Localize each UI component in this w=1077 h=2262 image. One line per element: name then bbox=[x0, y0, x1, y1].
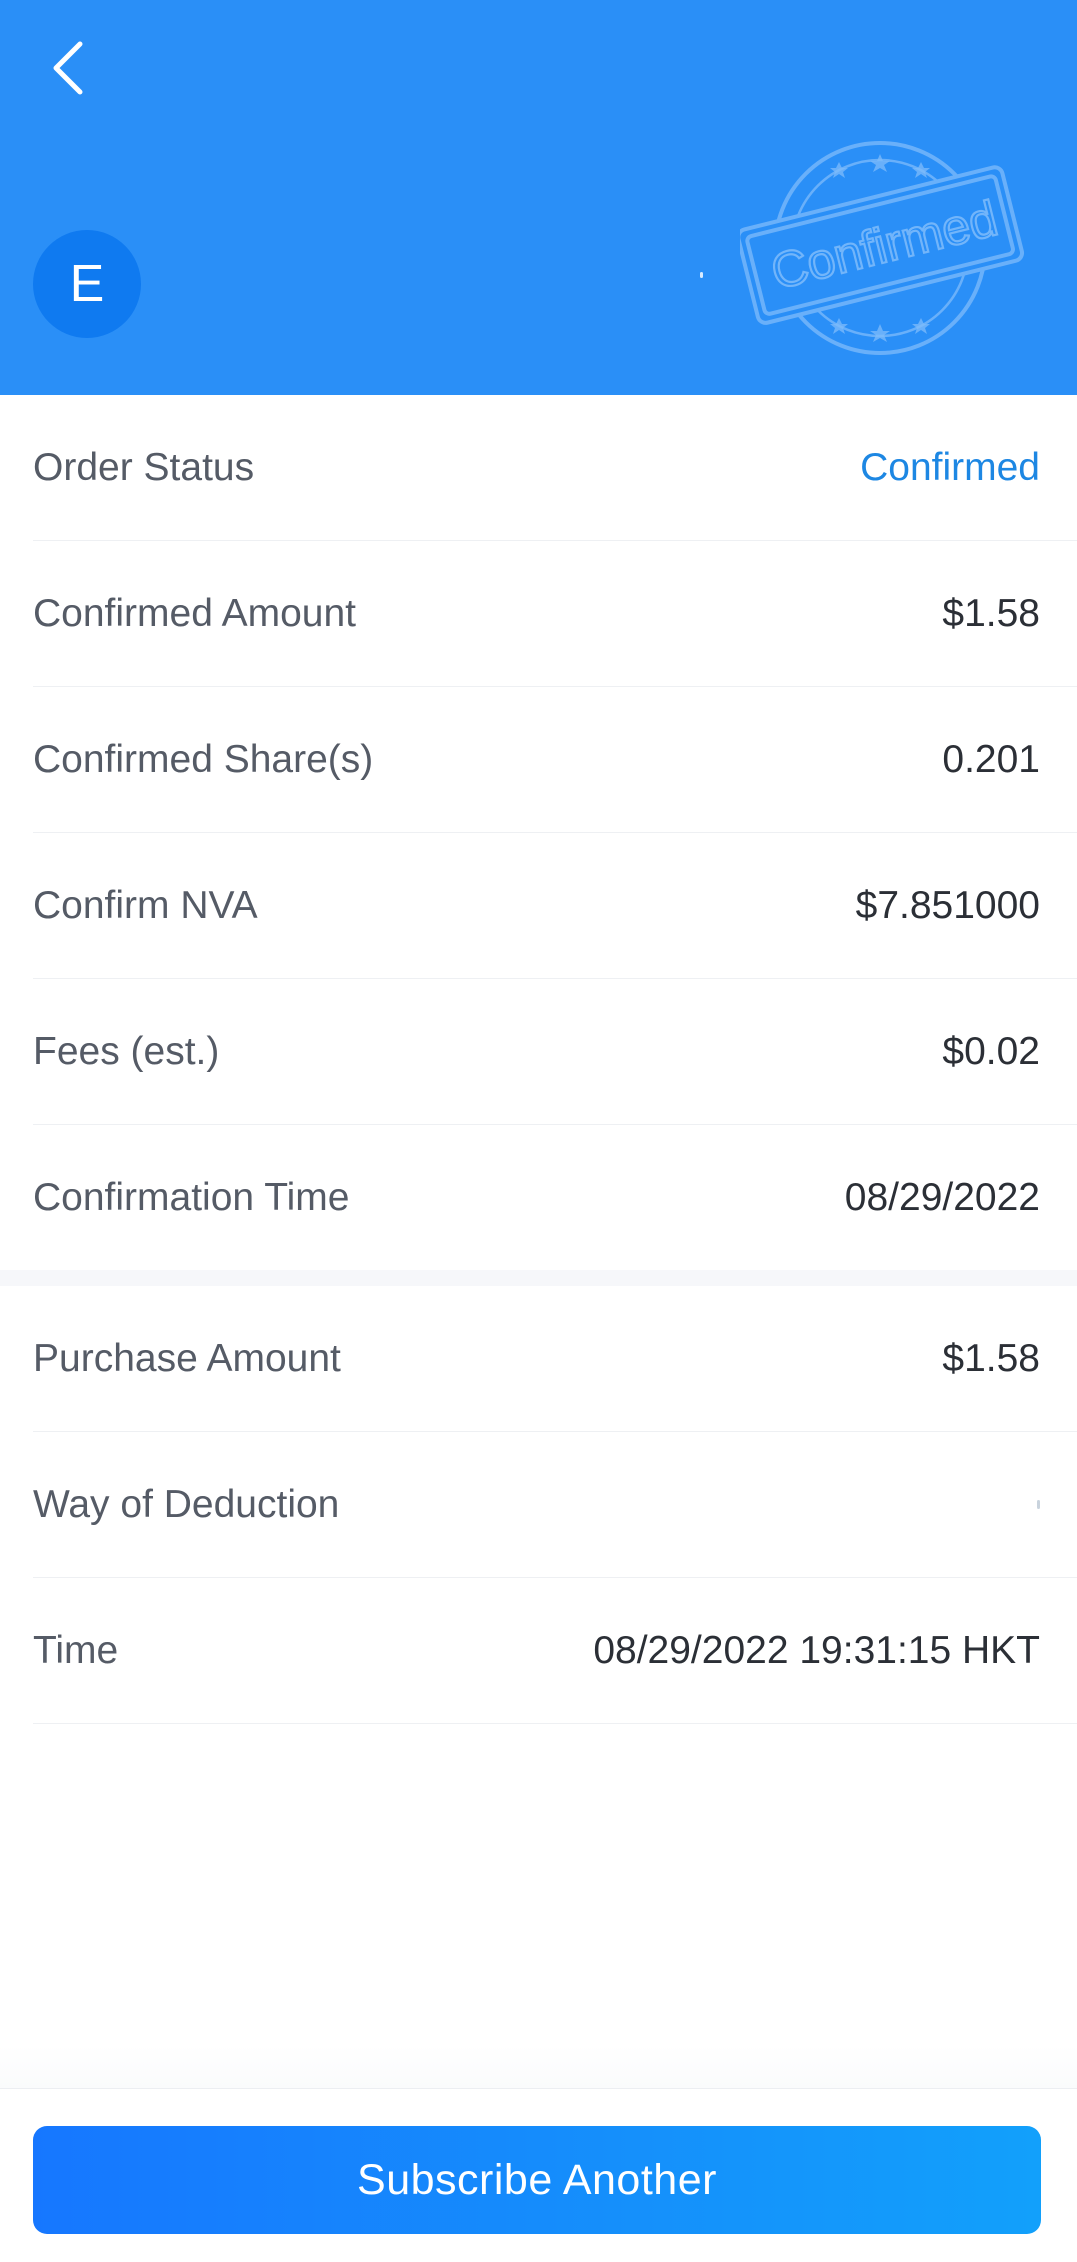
footer-shadow bbox=[0, 2045, 1077, 2088]
subscribe-another-button[interactable]: Subscribe Another bbox=[33, 2126, 1041, 2234]
detail-value: 08/29/2022 19:31:15 HKT bbox=[593, 1628, 1040, 1672]
back-button[interactable] bbox=[36, 30, 100, 106]
detail-row-confirm-nva: Confirm NVA $7.851000 bbox=[33, 833, 1077, 979]
detail-value: $1.58 bbox=[942, 591, 1040, 635]
detail-row-way-of-deduction: Way of Deduction bbox=[33, 1432, 1077, 1578]
detail-row-time: Time 08/29/2022 19:31:15 HKT bbox=[33, 1578, 1077, 1724]
detail-row-confirmation-time: Confirmation Time 08/29/2022 bbox=[33, 1125, 1077, 1270]
detail-label: Way of Deduction bbox=[33, 1482, 340, 1526]
footer: Subscribe Another bbox=[0, 2088, 1077, 2262]
detail-value: 08/29/2022 bbox=[844, 1175, 1040, 1219]
detail-row-fees: Fees (est.) $0.02 bbox=[33, 979, 1077, 1125]
detail-label: Time bbox=[33, 1628, 119, 1672]
detail-row-confirmed-amount: Confirmed Amount $1.58 bbox=[33, 541, 1077, 687]
detail-row-purchase-amount: Purchase Amount $1.58 bbox=[33, 1286, 1077, 1432]
detail-value: $1.58 bbox=[942, 1336, 1040, 1380]
detail-label: Confirmation Time bbox=[33, 1175, 350, 1219]
detail-label: Purchase Amount bbox=[33, 1336, 341, 1380]
avatar: E bbox=[33, 230, 141, 338]
detail-label: Confirm NVA bbox=[33, 883, 258, 927]
detail-value: $7.851000 bbox=[855, 883, 1040, 927]
section-divider bbox=[0, 1270, 1077, 1286]
detail-label: Confirmed Amount bbox=[33, 591, 356, 635]
detail-label: Confirmed Share(s) bbox=[33, 737, 374, 781]
header-mark bbox=[700, 272, 703, 278]
subscribe-another-label: Subscribe Another bbox=[357, 2155, 717, 2204]
header: E Confirmed bbox=[0, 0, 1077, 395]
detail-value: 0.201 bbox=[942, 737, 1040, 781]
detail-label: Fees (est.) bbox=[33, 1029, 220, 1073]
deduction-mark bbox=[1037, 1500, 1040, 1509]
order-details: Order Status Confirmed Confirmed Amount … bbox=[0, 395, 1077, 1724]
detail-row-confirmed-shares: Confirmed Share(s) 0.201 bbox=[33, 687, 1077, 833]
detail-value: $0.02 bbox=[942, 1029, 1040, 1073]
avatar-letter: E bbox=[69, 255, 105, 313]
status-value: Confirmed bbox=[860, 445, 1040, 489]
detail-row-order-status: Order Status Confirmed bbox=[33, 395, 1077, 541]
confirmed-stamp-icon: Confirmed bbox=[740, 141, 1025, 355]
detail-label: Order Status bbox=[33, 445, 255, 489]
chevron-left-icon bbox=[53, 41, 83, 95]
purchase-details: Purchase Amount $1.58 Way of Deduction T… bbox=[0, 1286, 1077, 1724]
